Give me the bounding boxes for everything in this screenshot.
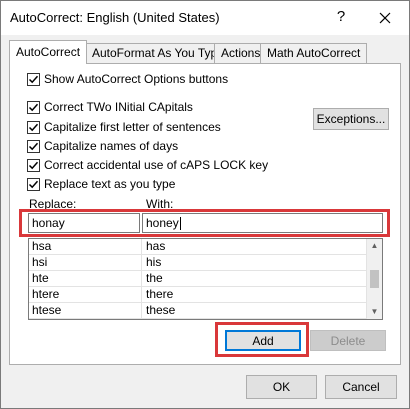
list-item-replace: hte (32, 271, 49, 285)
show-autocorrect-options-label: Show AutoCorrect Options buttons (44, 72, 229, 86)
capitalize-first-letter-checkbox[interactable]: Capitalize first letter of sentences (27, 119, 221, 135)
capitalize-names-of-days-label: Capitalize names of days (44, 139, 179, 153)
checkmark-icon (28, 142, 39, 150)
autocorrect-entries-list[interactable]: hsa has hsi his hte the htere there htes… (28, 238, 383, 320)
column-separator (141, 303, 142, 318)
list-item-with: the (146, 271, 163, 285)
list-item[interactable]: htese these (29, 303, 382, 319)
ok-button[interactable]: OK (246, 375, 317, 399)
autocorrect-dialog: AutoCorrect: English (United States) ? A… (0, 0, 410, 409)
scroll-up-arrow-icon[interactable]: ▲ (367, 239, 382, 253)
tab-autoformat-as-you-type[interactable]: AutoFormat As You Type (85, 43, 231, 63)
close-icon (379, 12, 391, 24)
highlight-replace-with-box (19, 209, 390, 237)
show-autocorrect-options-checkbox[interactable]: Show AutoCorrect Options buttons (27, 71, 228, 87)
checkmark-icon (28, 103, 39, 111)
list-item-with: there (146, 287, 174, 301)
column-separator (141, 271, 142, 286)
checkmark-icon (28, 75, 39, 83)
checkbox-box (27, 120, 40, 134)
list-item[interactable]: hsa has (29, 239, 382, 255)
checkmark-icon (28, 161, 39, 169)
close-button[interactable] (373, 5, 397, 29)
list-item[interactable]: hsi his (29, 255, 382, 271)
list-item-with: has (146, 239, 166, 253)
help-button[interactable]: ? (329, 5, 353, 29)
capitalize-first-letter-label: Capitalize first letter of sentences (44, 120, 221, 134)
checkbox-box (27, 177, 40, 191)
highlight-add-button-box (215, 322, 309, 357)
list-item[interactable]: htere there (29, 287, 382, 303)
cancel-button[interactable]: Cancel (325, 375, 397, 399)
checkmark-icon (28, 123, 39, 131)
replace-text-as-you-type-checkbox[interactable]: Replace text as you type (27, 176, 175, 192)
checkmark-icon (28, 180, 39, 188)
scroll-down-arrow-icon[interactable]: ▼ (367, 305, 382, 319)
capitalize-names-of-days-checkbox[interactable]: Capitalize names of days (27, 138, 178, 154)
list-item[interactable]: hte the (29, 271, 382, 287)
list-scrollbar[interactable]: ▲ ▼ (366, 239, 382, 319)
checkbox-box (27, 72, 40, 86)
column-separator (141, 287, 142, 302)
list-item-with: his (146, 255, 162, 269)
checkbox-box (27, 100, 40, 114)
checkbox-box (27, 158, 40, 172)
checkbox-box (27, 139, 40, 153)
correct-two-initial-capitals-checkbox[interactable]: Correct TWo INitial CApitals (27, 99, 193, 115)
list-item-replace: hsa (32, 239, 52, 253)
delete-button[interactable]: Delete (310, 330, 386, 351)
tab-autocorrect[interactable]: AutoCorrect (9, 40, 88, 64)
exceptions-button[interactable]: Exceptions... (313, 108, 389, 130)
tab-math-autocorrect[interactable]: Math AutoCorrect (260, 43, 368, 63)
list-item-replace: htese (32, 303, 62, 317)
window-title: AutoCorrect: English (United States) (10, 10, 220, 25)
list-item-replace: hsi (32, 255, 48, 269)
list-item-replace: htere (32, 287, 60, 301)
correct-caps-lock-checkbox[interactable]: Correct accidental use of cAPS LOCK key (27, 157, 268, 173)
title-bar: AutoCorrect: English (United States) ? (1, 1, 409, 35)
scroll-thumb[interactable] (370, 270, 379, 288)
correct-two-initial-capitals-label: Correct TWo INitial CApitals (44, 100, 193, 114)
column-separator (141, 255, 142, 270)
column-separator (141, 239, 142, 254)
replace-text-as-you-type-label: Replace text as you type (44, 177, 176, 191)
list-item-with: these (146, 303, 176, 317)
correct-caps-lock-label: Correct accidental use of cAPS LOCK key (44, 158, 269, 172)
